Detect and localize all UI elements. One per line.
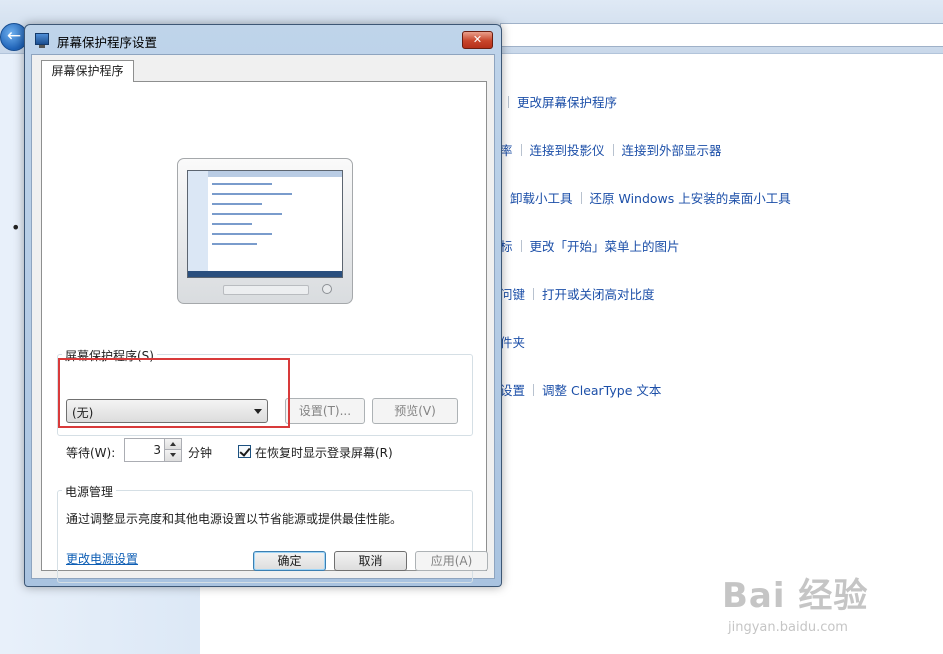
minutes-unit-label: 分钟 (188, 446, 213, 460)
separator (533, 288, 535, 300)
separator (508, 96, 509, 108)
show-logon-label[interactable]: 在恢复时显示登录屏幕(R) (255, 444, 393, 461)
bullet-icon: • (11, 218, 21, 237)
dialog-title: 屏幕保护程序设置 (57, 35, 158, 50)
address-bar[interactable] (500, 23, 943, 47)
close-button[interactable]: ✕ (462, 31, 493, 49)
spin-up-icon[interactable] (164, 439, 181, 450)
tab-screensaver[interactable]: 屏幕保护程序 (41, 60, 134, 82)
power-group-label: 电源管理 (62, 483, 117, 500)
ok-button[interactable]: 确定 (253, 551, 326, 571)
preview-taskbar (188, 271, 342, 277)
link-change-start-picture[interactable]: 更改「开始」菜单上的图片 (530, 239, 680, 254)
wait-label: 等待(W): (66, 446, 116, 460)
link-connect-external-display[interactable]: 连接到外部显示器 (622, 143, 722, 158)
title-bar[interactable]: 屏幕保护程序设置 ✕ (25, 25, 501, 53)
cancel-button[interactable]: 取消 (334, 551, 407, 571)
tab-panel: 屏幕保护程序(S) (无) 设置(T)... 预览(V) 等待(W): 3 分钟… (41, 81, 487, 583)
power-description: 通过调整显示亮度和其他电源设置以节省能源或提供最佳性能。 (66, 512, 403, 526)
settings-button[interactable]: 设置(T)... (285, 398, 365, 424)
separator (612, 144, 614, 156)
preview-titlebar (188, 171, 342, 177)
watermark-logo: Bai 经验 (722, 576, 869, 616)
preview-line (212, 183, 272, 185)
link-row-screensaver: 更改屏幕保护程序 (500, 93, 617, 113)
preview-line (212, 203, 262, 205)
preview-nav (188, 171, 208, 275)
monitor-icon (35, 33, 49, 48)
power-button-icon (322, 284, 332, 294)
preview-line (212, 223, 252, 225)
change-power-settings-link[interactable]: 更改电源设置 (66, 550, 138, 567)
preview-line (212, 233, 272, 235)
spin-down-icon[interactable] (164, 450, 181, 461)
link-row-gadgets: 卸载小工具 还原 Windows 上安装的桌面小工具 (510, 189, 791, 209)
link-settings-fragment[interactable]: 设置 (500, 383, 525, 398)
preview-line (212, 193, 292, 195)
link-row-folders: 件夹 (500, 333, 525, 353)
preview-line (212, 213, 282, 215)
separator (520, 240, 522, 252)
apply-button[interactable]: 应用(A) (415, 551, 488, 571)
screensaver-settings-dialog: 屏幕保护程序设置 ✕ 屏幕保护程序 屏幕保护程序(S) (无) 设置(T)...… (24, 24, 502, 587)
separator (520, 144, 522, 156)
link-row-display: 率连接到投影仪 连接到外部显示器 (500, 141, 722, 161)
watermark-url: jingyan.baidu.com (728, 620, 848, 635)
preview-screen (187, 170, 343, 278)
link-uninstall-gadget[interactable]: 卸载小工具 (510, 191, 573, 206)
link-change-screensaver[interactable]: 更改屏幕保护程序 (517, 95, 617, 110)
baidu-watermark: Bai 经验 jingyan.baidu.com (722, 568, 932, 648)
monitor-base (223, 285, 309, 295)
preview-button[interactable]: 预览(V) (372, 398, 458, 424)
wait-minutes-value: 3 (153, 443, 161, 457)
preview-line (212, 243, 257, 245)
dialog-client-area: 屏幕保护程序 屏幕保护程序(S) (无) 设置(T)... 预览(V) 等待(W… (31, 54, 495, 583)
link-row-contrast: 问键 打开或关闭高对比度 (500, 285, 655, 305)
annotation-highlight (58, 358, 290, 428)
separator (580, 192, 582, 204)
wait-minutes-stepper[interactable]: 3 (124, 438, 182, 462)
link-row-cleartype: 设置 调整 ClearType 文本 (500, 381, 661, 401)
show-logon-checkbox[interactable] (238, 445, 251, 458)
link-keys-fragment[interactable]: 问键 (500, 287, 525, 302)
arrow-left-icon: ← (6, 26, 22, 46)
link-restore-gadgets[interactable]: 还原 Windows 上安装的桌面小工具 (590, 191, 791, 206)
link-high-contrast[interactable]: 打开或关闭高对比度 (542, 287, 655, 302)
link-row-start-menu: 标更改「开始」菜单上的图片 (500, 237, 680, 257)
link-folder-fragment[interactable]: 件夹 (500, 335, 525, 350)
link-connect-projector[interactable]: 连接到投影仪 (530, 143, 605, 158)
link-cleartype[interactable]: 调整 ClearType 文本 (542, 383, 661, 398)
monitor-preview (177, 158, 353, 304)
separator (533, 384, 535, 396)
